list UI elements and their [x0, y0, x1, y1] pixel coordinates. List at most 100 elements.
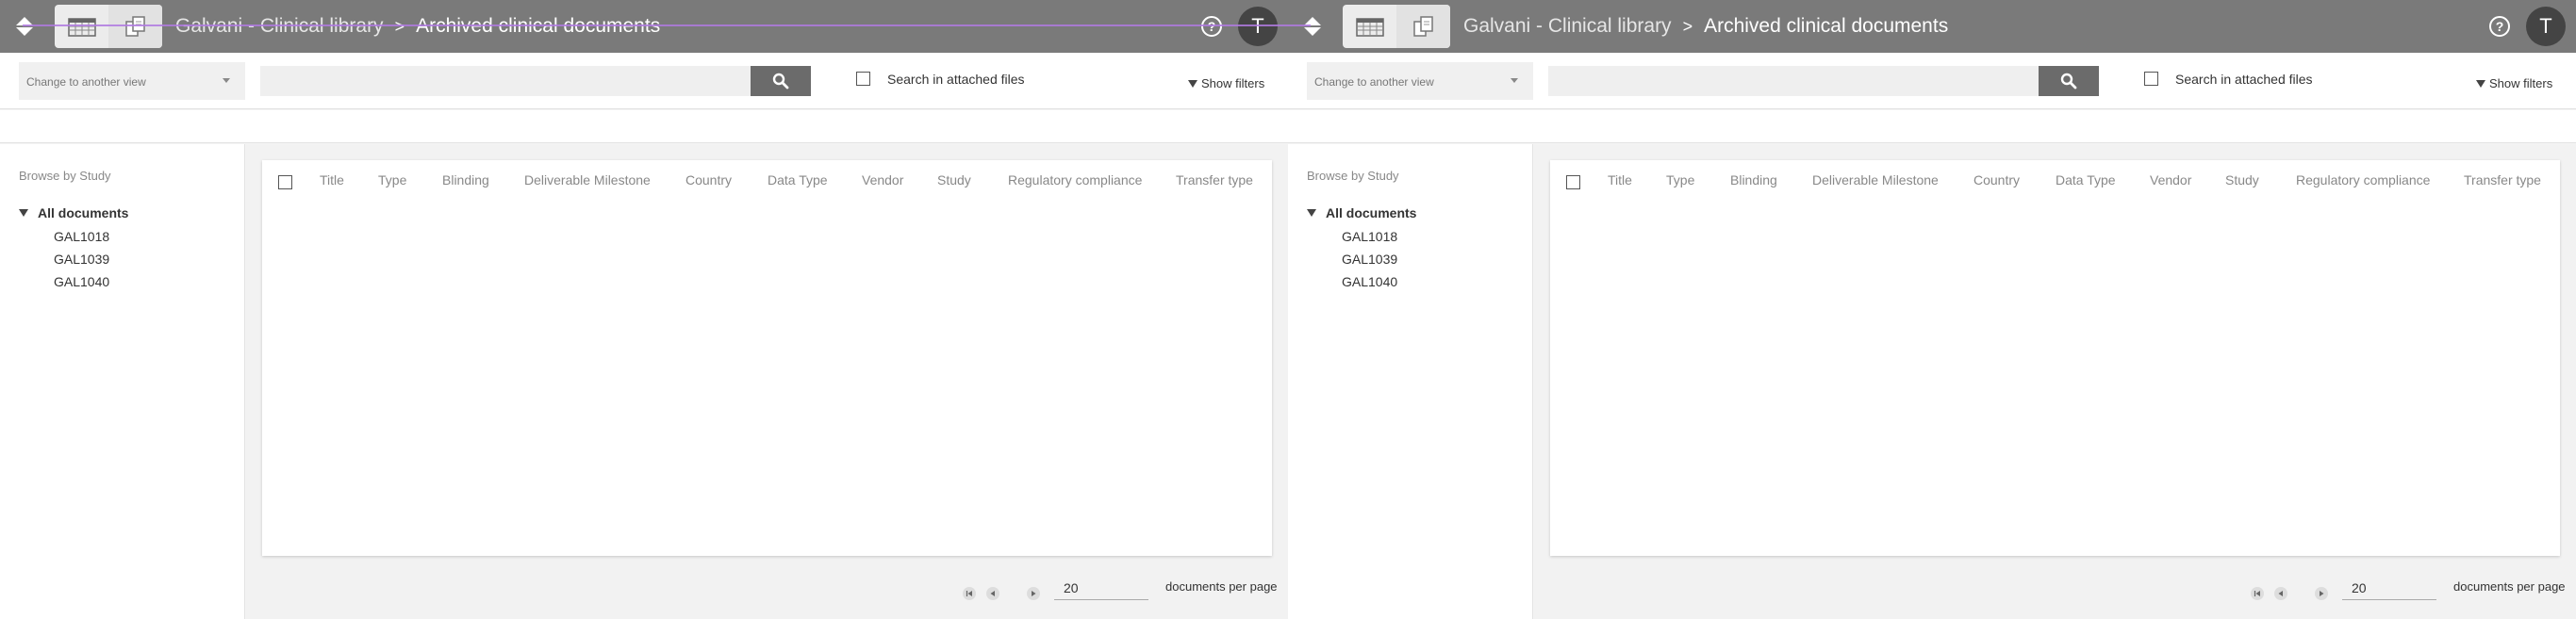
column-header[interactable]: Vendor — [862, 172, 903, 187]
search-icon — [2060, 73, 2077, 90]
per-page-label: documents per page — [1165, 579, 1278, 594]
search-button[interactable] — [2039, 66, 2099, 96]
caret-down-icon — [19, 209, 28, 217]
caret-down-icon — [1307, 209, 1316, 217]
app-switch-icon[interactable] — [1301, 15, 1324, 38]
search-attached-label: Search in attached files — [2175, 72, 2313, 87]
column-header[interactable]: Transfer type — [2464, 172, 2541, 187]
caret-down-icon — [2476, 79, 2485, 88]
calendar-view-icon[interactable] — [1343, 5, 1396, 48]
first-page-icon[interactable] — [2251, 587, 2264, 600]
per-page-input[interactable] — [2342, 576, 2436, 600]
browse-title: Browse by Study — [19, 169, 111, 183]
chevron-down-icon — [1511, 78, 1518, 83]
next-page-icon[interactable] — [2315, 587, 2328, 600]
sidebar: Browse by Study All documents GAL1018 GA… — [0, 144, 245, 619]
copy-view-icon[interactable] — [108, 5, 162, 48]
page-title: Archived clinical documents — [416, 15, 661, 37]
column-header[interactable]: Type — [1666, 172, 1694, 187]
filter-strip — [1288, 110, 2576, 143]
tree-item-study[interactable]: GAL1018 — [1342, 229, 1397, 244]
view-switch — [1343, 5, 1450, 48]
view-switch — [55, 5, 162, 48]
column-header[interactable]: Country — [685, 172, 732, 187]
breadcrumb: Galvani - Clinical library > Archived cl… — [175, 0, 660, 53]
tree-root-all-documents[interactable]: All documents — [1307, 205, 1416, 220]
search-input[interactable] — [260, 66, 751, 96]
breadcrumb-separator: > — [1682, 16, 1693, 36]
breadcrumb-library-link[interactable]: Galvani - Clinical library — [175, 15, 384, 38]
show-filters-toggle[interactable]: Show filters — [1188, 76, 1264, 90]
browse-title: Browse by Study — [1307, 169, 1399, 183]
column-header[interactable]: Blinding — [442, 172, 489, 187]
avatar[interactable]: T — [1238, 7, 1278, 46]
column-header[interactable]: Study — [937, 172, 971, 187]
search-attached-label: Search in attached files — [887, 72, 1025, 87]
tree-item-study[interactable]: GAL1040 — [1342, 274, 1397, 289]
column-header[interactable]: Vendor — [2150, 172, 2191, 187]
search-button[interactable] — [751, 66, 811, 96]
view-select-label: Change to another view — [1314, 75, 1434, 89]
column-header[interactable]: Country — [1973, 172, 2020, 187]
tree-item-study[interactable]: GAL1039 — [1342, 252, 1397, 267]
column-header[interactable]: Deliverable Milestone — [524, 172, 651, 187]
tree-item-study[interactable]: GAL1018 — [54, 229, 109, 244]
app-root: Galvani - Clinical library > Archived cl… — [0, 0, 2576, 619]
help-icon[interactable]: ? — [1201, 16, 1222, 37]
select-all-checkbox[interactable] — [278, 175, 292, 189]
search-input[interactable] — [1548, 66, 2039, 96]
column-header[interactable]: Deliverable Milestone — [1812, 172, 1939, 187]
search-attached-checkbox[interactable] — [2144, 72, 2158, 86]
column-header[interactable]: Transfer type — [1176, 172, 1253, 187]
show-filters-label: Show filters — [2489, 76, 2553, 90]
next-page-icon[interactable] — [1027, 587, 1040, 600]
breadcrumb-separator: > — [394, 16, 405, 36]
breadcrumb: Galvani - Clinical library > Archived cl… — [1463, 0, 1948, 53]
sidebar: Browse by Study All documents GAL1018 GA… — [1288, 144, 1533, 619]
tree-item-study[interactable]: GAL1039 — [54, 252, 109, 267]
column-header[interactable]: Blinding — [1730, 172, 1777, 187]
right-pane: Galvani - Clinical library > Archived cl… — [1288, 0, 2576, 619]
column-header[interactable]: Type — [378, 172, 406, 187]
breadcrumb-library-link[interactable]: Galvani - Clinical library — [1463, 15, 1672, 38]
column-header[interactable]: Data Type — [768, 172, 828, 187]
top-bar: Galvani - Clinical library > Archived cl… — [0, 0, 1288, 53]
per-page-input[interactable] — [1054, 576, 1148, 600]
avatar[interactable]: T — [2526, 7, 2566, 46]
page-title: Archived clinical documents — [1704, 15, 1949, 37]
help-icon[interactable]: ? — [2489, 16, 2510, 37]
tree-item-study[interactable]: GAL1040 — [54, 274, 109, 289]
left-pane: Galvani - Clinical library > Archived cl… — [0, 0, 1288, 619]
search-attached-checkbox[interactable] — [856, 72, 870, 86]
column-header[interactable]: Study — [2225, 172, 2259, 187]
main-content: Title Type Blinding Deliverable Mileston… — [1534, 144, 2576, 619]
view-select[interactable]: Change to another view — [19, 62, 245, 100]
show-filters-toggle[interactable]: Show filters — [2476, 76, 2552, 90]
view-select[interactable]: Change to another view — [1307, 62, 1533, 100]
search-icon — [772, 73, 789, 90]
column-header[interactable]: Regulatory compliance — [2296, 172, 2430, 187]
view-select-label: Change to another view — [26, 75, 146, 89]
show-filters-label: Show filters — [1201, 76, 1265, 90]
column-header[interactable]: Regulatory compliance — [1008, 172, 1142, 187]
search-row: Change to another view Search in attache… — [1288, 53, 2576, 109]
tree-root-label: All documents — [38, 205, 129, 220]
first-page-icon[interactable] — [963, 587, 976, 600]
select-all-checkbox[interactable] — [1566, 175, 1580, 189]
app-switch-icon[interactable] — [13, 15, 36, 38]
top-bar: Galvani - Clinical library > Archived cl… — [1288, 0, 2576, 53]
calendar-view-icon[interactable] — [55, 5, 108, 48]
caret-down-icon — [1188, 79, 1197, 88]
per-page-label: documents per page — [2453, 579, 2566, 594]
column-header[interactable]: Title — [320, 172, 344, 187]
column-header[interactable]: Title — [1608, 172, 1632, 187]
prev-page-icon[interactable] — [986, 587, 999, 600]
prev-page-icon[interactable] — [2274, 587, 2287, 600]
documents-table: Title Type Blinding Deliverable Mileston… — [1550, 160, 2560, 556]
search-row: Change to another view Search in attache… — [0, 53, 1288, 109]
tree-root-label: All documents — [1326, 205, 1417, 220]
copy-view-icon[interactable] — [1396, 5, 1450, 48]
main-content: Title Type Blinding Deliverable Mileston… — [246, 144, 1288, 619]
tree-root-all-documents[interactable]: All documents — [19, 205, 128, 220]
column-header[interactable]: Data Type — [2056, 172, 2116, 187]
